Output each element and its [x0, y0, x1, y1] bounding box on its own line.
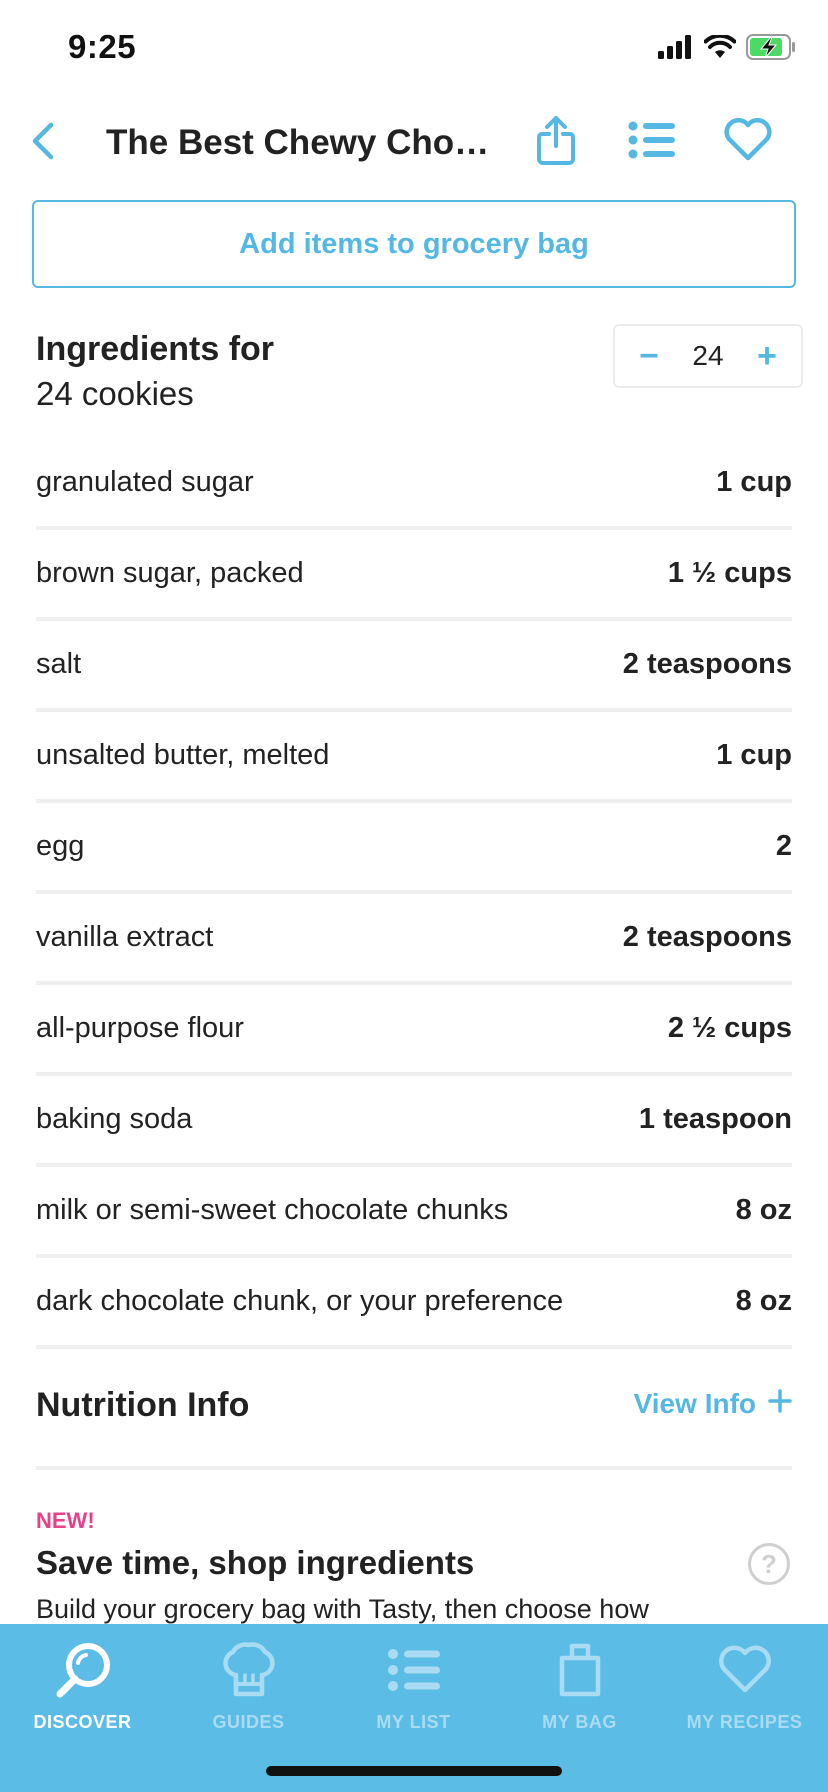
- ingredient-amount: 2: [775, 830, 792, 862]
- status-time: 9:25: [68, 28, 137, 65]
- plus-icon: [768, 1388, 792, 1420]
- recipe-title: The Best Chewy Choc...: [106, 123, 502, 162]
- back-chevron-icon: [29, 121, 57, 166]
- ingredient-row: vanilla extract 2 teaspoons: [36, 894, 792, 985]
- ingredient-row: salt 2 teaspoons: [36, 621, 792, 712]
- help-icon[interactable]: ?: [748, 1543, 790, 1585]
- ingredient-row: milk or semi-sweet chocolate chunks 8 oz: [36, 1167, 792, 1258]
- nutrition-section: Nutrition Info View Info: [36, 1350, 792, 1470]
- ingredient-row: dark chocolate chunk, or your preference…: [36, 1258, 792, 1349]
- ingredient-row: egg 2: [36, 803, 792, 894]
- tab-my-list[interactable]: MY LIST: [331, 1638, 496, 1748]
- servings-value: 24: [692, 340, 724, 371]
- tab-label: MY LIST: [376, 1712, 451, 1732]
- view-info-button[interactable]: View Info: [634, 1388, 792, 1420]
- promo-title: Save time, shop ingredients: [36, 1544, 475, 1581]
- ingredient-name: all-purpose flour: [36, 1012, 244, 1044]
- ingredient-name: granulated sugar: [36, 466, 254, 498]
- tab-guides[interactable]: GUIDES: [166, 1638, 331, 1748]
- ingredient-amount: 1 teaspoon: [638, 1103, 792, 1135]
- ingredient-amount: 1 ½ cups: [667, 557, 792, 589]
- ingredient-amount: 2 ½ cups: [667, 1012, 792, 1044]
- new-badge: NEW!: [36, 1508, 95, 1533]
- ingredient-name: milk or semi-sweet chocolate chunks: [36, 1194, 509, 1226]
- ingredient-row: baking soda 1 teaspoon: [36, 1076, 792, 1167]
- tab-label: MY BAG: [542, 1712, 617, 1732]
- nav-bar: The Best Chewy Choc...: [0, 100, 828, 188]
- tab-label: MY RECIPES: [686, 1712, 803, 1732]
- heart-icon: [723, 117, 773, 167]
- ingredient-name: salt: [36, 648, 82, 680]
- heart-icon: [713, 1638, 777, 1702]
- tab-my-recipes[interactable]: MY RECIPES: [662, 1638, 827, 1748]
- ingredient-name: unsalted butter, melted: [36, 739, 330, 771]
- increment-button[interactable]: +: [751, 337, 783, 375]
- ingredient-amount: 1 cup: [716, 466, 792, 498]
- tab-label: DISCOVER: [33, 1712, 132, 1732]
- ingredient-row: brown sugar, packed 1 ½ cups: [36, 530, 792, 621]
- ingredient-row: granulated sugar 1 cup: [36, 439, 792, 530]
- wifi-icon: [703, 33, 737, 64]
- cellular-signal-icon: [658, 35, 694, 64]
- tab-my-bag[interactable]: MY BAG: [497, 1638, 662, 1748]
- ingredients-heading: Ingredients for: [36, 330, 275, 368]
- share-button[interactable]: [524, 110, 588, 174]
- chef-hat-icon: [217, 1638, 281, 1702]
- view-info-label: View Info: [633, 1388, 756, 1419]
- ingredient-amount: 2 teaspoons: [622, 921, 792, 953]
- ingredient-name: baking soda: [36, 1103, 193, 1135]
- search-icon: [51, 1638, 115, 1702]
- bag-icon: [548, 1638, 612, 1702]
- list-icon: [382, 1638, 446, 1702]
- ingredient-name: brown sugar, packed: [36, 557, 304, 589]
- add-to-grocery-bag-button[interactable]: Add items to grocery bag: [32, 200, 796, 288]
- ingredient-row: all-purpose flour 2 ½ cups: [36, 985, 792, 1076]
- ingredient-amount: 8 oz: [735, 1285, 792, 1317]
- ingredient-amount: 8 oz: [735, 1194, 792, 1226]
- status-icons: [658, 33, 796, 65]
- home-indicator: [266, 1766, 562, 1776]
- servings-label: 24 cookies: [36, 375, 194, 412]
- decrement-button[interactable]: −: [633, 337, 665, 375]
- nutrition-title: Nutrition Info: [36, 1386, 250, 1424]
- servings-stepper: − 24 +: [613, 324, 803, 388]
- tab-discover[interactable]: DISCOVER: [0, 1638, 165, 1748]
- share-icon: [536, 114, 576, 171]
- battery-charging-icon: [746, 34, 796, 65]
- favorite-button[interactable]: [716, 110, 780, 174]
- status-bar: 9:25: [0, 0, 828, 100]
- list-icon: [628, 120, 676, 165]
- tab-label: GUIDES: [212, 1712, 285, 1732]
- back-button[interactable]: [18, 118, 68, 168]
- ingredient-name: vanilla extract: [36, 921, 214, 953]
- ingredient-list: granulated sugar 1 cup brown sugar, pack…: [36, 439, 792, 1349]
- ingredient-name: egg: [36, 830, 85, 862]
- promo-description: Build your grocery bag with Tasty, then …: [36, 1594, 649, 1624]
- ingredient-amount: 2 teaspoons: [622, 648, 792, 680]
- ingredient-amount: 1 cup: [716, 739, 792, 771]
- ingredient-name: dark chocolate chunk, or your preference: [36, 1285, 564, 1317]
- ingredient-row: unsalted butter, melted 1 cup: [36, 712, 792, 803]
- ingredients-list-button[interactable]: [620, 110, 684, 174]
